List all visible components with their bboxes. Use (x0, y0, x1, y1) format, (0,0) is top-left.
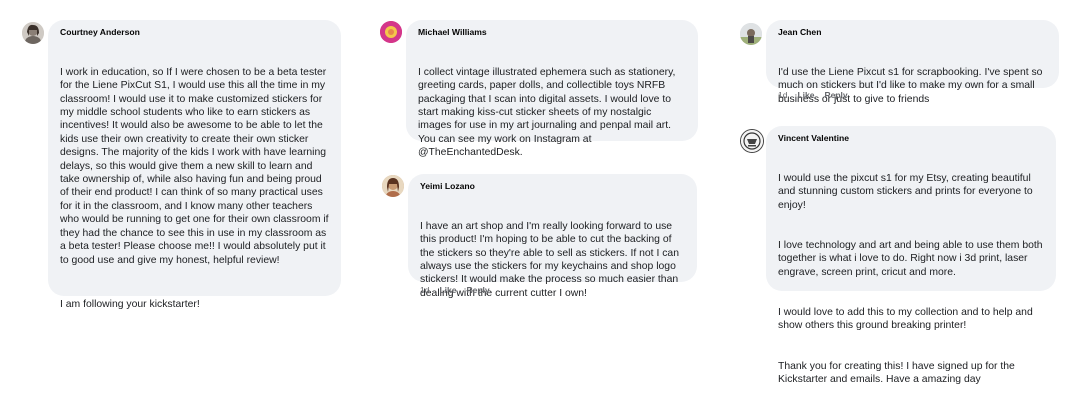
comment-actions: 1d Like Reply (420, 285, 490, 295)
comment-paragraph: I would love to add this to my collectio… (778, 306, 1036, 332)
avatar[interactable] (380, 21, 402, 43)
comment-paragraph: I am following your kickstarter! (60, 298, 200, 310)
user-photo-icon (740, 23, 762, 45)
comment-text: I collect vintage illustrated ephemera s… (418, 39, 686, 186)
comment-bubble: Vincent Valentine I would use the pixcut… (766, 126, 1056, 385)
comment-actions: 1d Like Reply (778, 90, 848, 100)
reply-button[interactable]: Reply (824, 90, 847, 100)
avatar[interactable] (740, 129, 764, 153)
comment-timestamp[interactable]: 1d (778, 90, 787, 100)
user-photo-icon (380, 21, 402, 43)
comment-text: I'd use the Liene Pixcut s1 for scrapboo… (778, 39, 1047, 133)
avatar[interactable] (22, 22, 44, 44)
comment-paragraph: Thank you for creating this! I have sign… (778, 360, 1018, 385)
comment-paragraph: I work in education, so If I were chosen… (60, 66, 332, 266)
like-button[interactable]: Like (797, 90, 814, 100)
comment-text: I work in education, so If I were chosen… (60, 39, 329, 338)
comment-author[interactable]: Jean Chen (778, 26, 1047, 38)
comment-author[interactable]: Yeimi Lozano (420, 180, 685, 192)
comment-paragraph: I would use the pixcut s1 for my Etsy, c… (778, 172, 1036, 211)
comment-bubble: Yeimi Lozano I have an art shop and I'm … (408, 174, 697, 299)
user-logo-icon (741, 130, 763, 152)
comment-paragraph: I love technology and art and being able… (778, 239, 1046, 278)
comment-paragraph: I collect vintage illustrated ephemera s… (418, 66, 679, 159)
comment-author[interactable]: Michael Williams (418, 26, 686, 38)
user-photo-icon (22, 22, 44, 44)
comment-author[interactable]: Vincent Valentine (778, 132, 1044, 144)
avatar[interactable] (740, 23, 762, 45)
user-photo-icon (382, 175, 404, 197)
comment-author[interactable]: Courtney Anderson (60, 26, 329, 38)
like-button[interactable]: Like (439, 285, 456, 295)
comment-bubble: Courtney Anderson I work in education, s… (48, 20, 341, 310)
comment-bubble: Jean Chen I'd use the Liene Pixcut s1 fo… (766, 20, 1059, 105)
comment-bubble: Michael Williams I collect vintage illus… (406, 20, 698, 158)
avatar[interactable] (382, 175, 404, 197)
reply-button[interactable]: Reply (466, 285, 489, 295)
comment-text: I have an art shop and I'm really lookin… (420, 193, 685, 327)
comment-text: I would use the pixcut s1 for my Etsy, c… (778, 145, 1044, 413)
comment-timestamp[interactable]: 1d (420, 285, 429, 295)
